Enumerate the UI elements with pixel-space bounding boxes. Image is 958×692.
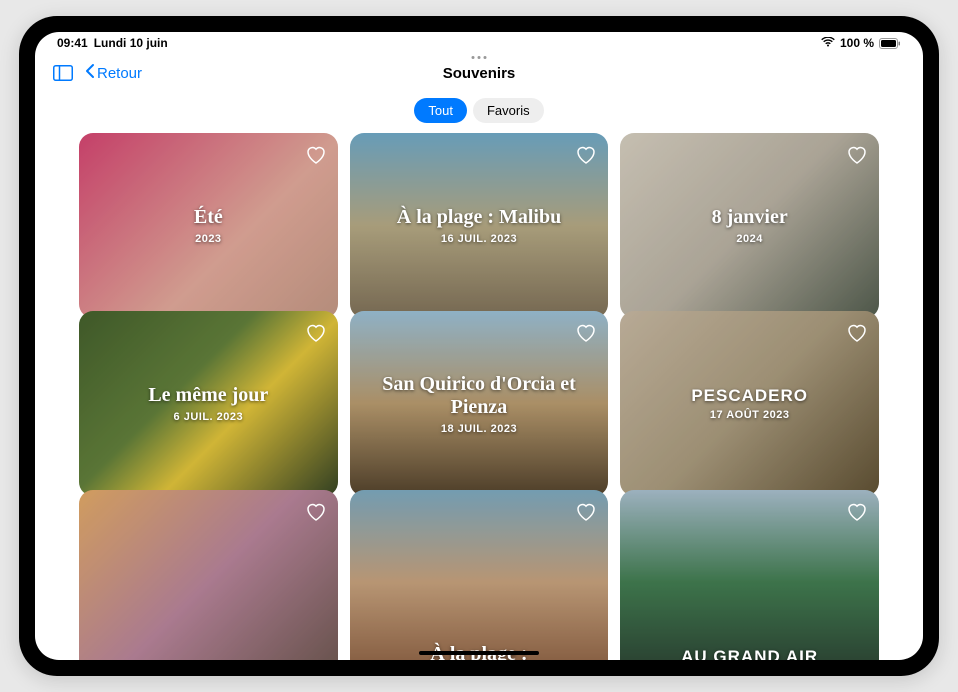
- favorite-button[interactable]: [304, 321, 328, 345]
- memory-card[interactable]: [79, 490, 338, 660]
- memory-date: 2024: [736, 233, 762, 245]
- memory-title: À la plage : Malibu: [377, 206, 581, 229]
- memory-date: 18 JUIL. 2023: [441, 423, 517, 435]
- favorite-button[interactable]: [845, 143, 869, 167]
- memory-card[interactable]: AU GRAND AIR: [620, 490, 879, 660]
- memory-title: Le même jour: [128, 384, 288, 407]
- memory-title: Été: [174, 206, 243, 229]
- memory-card[interactable]: PESCADERO 17 AOÛT 2023: [620, 311, 879, 496]
- back-button[interactable]: Retour: [85, 63, 142, 83]
- home-indicator[interactable]: [419, 651, 539, 655]
- ipad-frame: 09:41 Lundi 10 juin 100 %: [19, 16, 939, 676]
- favorite-button[interactable]: [574, 500, 598, 524]
- memory-date: 2023: [195, 233, 221, 245]
- battery-icon: [879, 38, 901, 49]
- favorite-button[interactable]: [574, 143, 598, 167]
- status-time: 09:41: [57, 36, 88, 50]
- wifi-icon: [821, 36, 835, 50]
- favorite-button[interactable]: [574, 321, 598, 345]
- memory-date: 17 AOÛT 2023: [710, 409, 790, 421]
- memories-grid: Été 2023 À la plage : Malibu 16 JUIL. 20…: [35, 133, 923, 660]
- memory-card[interactable]: À la plage :: [350, 490, 609, 660]
- back-label: Retour: [97, 65, 142, 82]
- segment-favorites[interactable]: Favoris: [473, 98, 544, 123]
- battery-label: 100 %: [840, 36, 874, 50]
- memory-card[interactable]: Été 2023: [79, 133, 338, 318]
- memory-title: PESCADERO: [671, 386, 828, 406]
- filter-segment-control: Tout Favoris: [35, 92, 923, 133]
- memory-card[interactable]: 8 janvier 2024: [620, 133, 879, 318]
- favorite-button[interactable]: [845, 321, 869, 345]
- screen: 09:41 Lundi 10 juin 100 %: [35, 32, 923, 660]
- memory-date: 16 JUIL. 2023: [441, 233, 517, 245]
- segment-all[interactable]: Tout: [414, 98, 467, 123]
- memory-title: 8 janvier: [692, 206, 808, 229]
- chevron-left-icon: [85, 63, 95, 83]
- memory-card[interactable]: Le même jour 6 JUIL. 2023: [79, 311, 338, 496]
- memory-title: San Quirico d'Orcia et Pienza: [350, 373, 609, 419]
- favorite-button[interactable]: [845, 500, 869, 524]
- memory-card[interactable]: San Quirico d'Orcia et Pienza 18 JUIL. 2…: [350, 311, 609, 496]
- navigation-bar: Retour Souvenirs: [35, 54, 923, 92]
- memory-card[interactable]: À la plage : Malibu 16 JUIL. 2023: [350, 133, 609, 318]
- status-bar: 09:41 Lundi 10 juin 100 %: [35, 32, 923, 54]
- status-date: Lundi 10 juin: [94, 36, 168, 50]
- memory-title: AU GRAND AIR: [661, 647, 838, 660]
- sidebar-toggle-button[interactable]: [53, 65, 73, 81]
- favorite-button[interactable]: [304, 500, 328, 524]
- memory-date: 6 JUIL. 2023: [174, 411, 244, 423]
- favorite-button[interactable]: [304, 143, 328, 167]
- page-title: Souvenirs: [443, 65, 516, 82]
